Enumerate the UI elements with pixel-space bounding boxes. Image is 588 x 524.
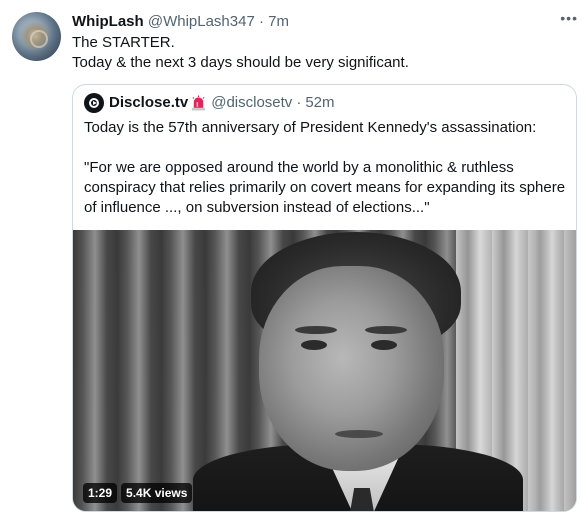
tweet-line: Today & the next 3 days should be very s… [72, 54, 409, 71]
handle[interactable]: @WhipLash347 [148, 13, 255, 30]
avatar[interactable] [12, 12, 61, 61]
more-icon[interactable]: ••• [560, 10, 578, 26]
quoted-paragraph: Today is the 57th anniversary of Preside… [84, 119, 537, 136]
quoted-tweet[interactable]: Disclose.tv @disclosetv · 52m Today is t… [72, 84, 577, 512]
siren-emoji-icon [192, 95, 206, 111]
video-subject-eye [301, 340, 327, 350]
video-duration: 1:29 [83, 483, 118, 503]
tweet-text: The STARTER. Today & the next 3 days sho… [72, 33, 409, 73]
quoted-display-name: Disclose.tv [109, 94, 189, 111]
video-subject-mouth [335, 430, 383, 438]
disclose-logo-icon [84, 93, 104, 113]
separator: · [258, 13, 264, 30]
quoted-paragraph: "For we are opposed around the world by … [84, 159, 566, 216]
quoted-tweet-text: Today is the 57th anniversary of Preside… [84, 118, 569, 218]
display-name[interactable]: WhipLash [72, 13, 144, 30]
video-subject-brow [295, 326, 337, 334]
tweet-line: The STARTER. [72, 34, 175, 51]
timestamp[interactable]: 7m [268, 13, 289, 30]
video-subject-face [259, 266, 444, 471]
video-subject-brow [365, 326, 407, 334]
video-views: 5.4K views [121, 483, 193, 503]
video-badges: 1:29 5.4K views [83, 483, 193, 503]
tweet-header: WhipLash @WhipLash347 · 7m [72, 12, 289, 32]
separator: · [296, 94, 302, 111]
video-player[interactable]: 1:29 5.4K views [73, 230, 576, 511]
video-subject-eye [371, 340, 397, 350]
quoted-handle: @disclosetv [211, 94, 293, 111]
quoted-tweet-header: Disclose.tv @disclosetv · 52m [84, 93, 335, 113]
quoted-timestamp: 52m [305, 94, 335, 111]
